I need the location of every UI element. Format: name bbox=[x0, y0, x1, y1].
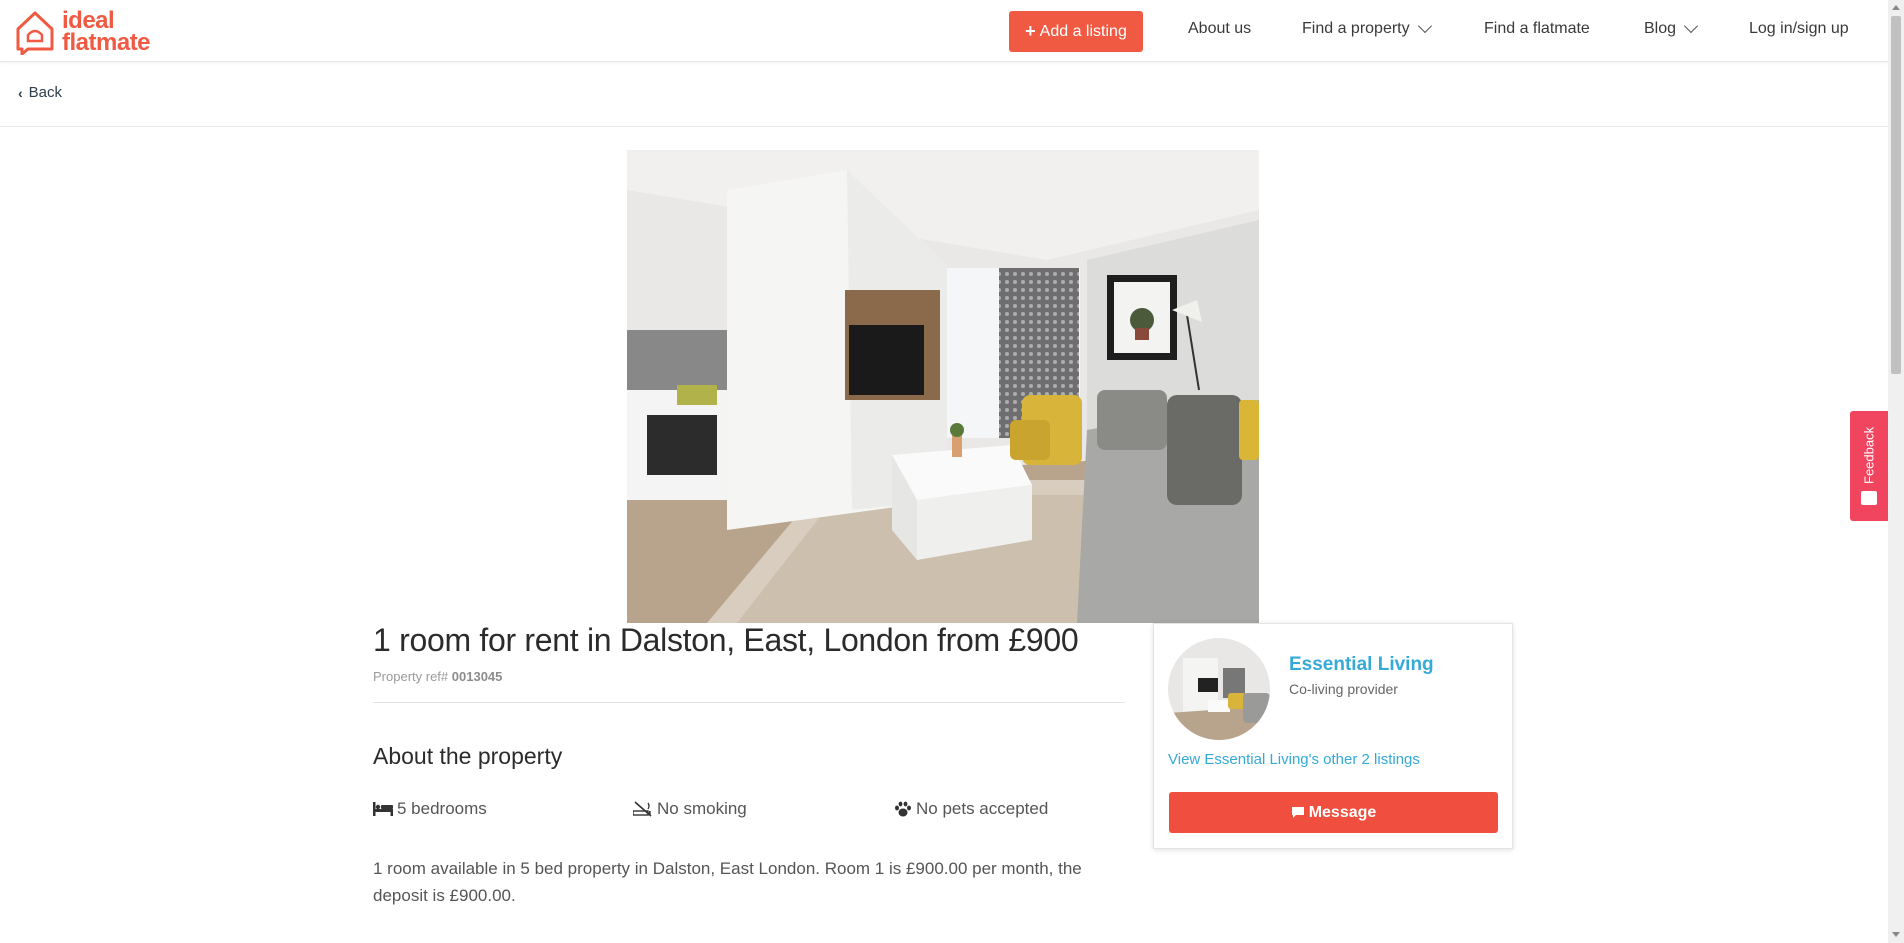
feature-pets: No pets accepted bbox=[894, 799, 1048, 819]
feature-label: No smoking bbox=[657, 799, 747, 818]
listing-title: 1 room for rent in Dalston, East, London… bbox=[373, 622, 1079, 658]
message-button[interactable]: Message bbox=[1169, 792, 1498, 833]
message-button-label: Message bbox=[1308, 803, 1377, 821]
avatar-image bbox=[1168, 638, 1270, 740]
nav-about-us[interactable]: About us bbox=[1188, 20, 1251, 38]
agent-card: Essential Living Co-living provider View… bbox=[1153, 623, 1513, 849]
scroll-up-icon[interactable] bbox=[1892, 5, 1900, 10]
back-label: Back bbox=[28, 84, 63, 101]
nav-login[interactable]: Log in/sign up bbox=[1749, 20, 1849, 38]
back-link[interactable]: ‹ Back bbox=[18, 84, 62, 101]
about-heading: About the property bbox=[373, 743, 563, 769]
feature-label: No pets accepted bbox=[916, 799, 1049, 818]
chevron-down-icon bbox=[1417, 18, 1432, 34]
nav-blog[interactable]: Blog bbox=[1644, 18, 1699, 38]
nav-find-property-label: Find a property bbox=[1302, 20, 1410, 37]
sub-navigation: ‹ Back bbox=[0, 62, 1888, 127]
feedback-tab[interactable]: Feedback bbox=[1850, 411, 1888, 521]
feedback-face-icon bbox=[1861, 491, 1877, 505]
chevron-left-icon: ‹ bbox=[18, 84, 23, 101]
site-header: ideal flatmate + Add a listing About us … bbox=[0, 0, 1888, 62]
agent-type: Co-living provider bbox=[1289, 681, 1398, 697]
avatar[interactable] bbox=[1168, 638, 1270, 740]
feedback-label: Feedback bbox=[1861, 426, 1877, 484]
agent-name-link[interactable]: Essential Living bbox=[1289, 654, 1434, 676]
property-photo[interactable] bbox=[627, 150, 1259, 623]
logo-text: ideal flatmate bbox=[62, 9, 151, 56]
feature-label: 5 bedrooms bbox=[397, 799, 487, 818]
nav-find-flatmate[interactable]: Find a flatmate bbox=[1484, 20, 1590, 38]
feature-smoking: No smoking bbox=[633, 799, 747, 819]
property-ref-number: 0013045 bbox=[451, 669, 503, 684]
divider bbox=[373, 702, 1125, 703]
add-listing-button[interactable]: + Add a listing bbox=[1009, 11, 1143, 52]
plus-icon: + bbox=[1025, 21, 1036, 41]
property-ref-label: Property ref# bbox=[373, 669, 449, 684]
nav-blog-label: Blog bbox=[1644, 20, 1677, 37]
listing-description: 1 room available in 5 bed property in Da… bbox=[373, 859, 1082, 905]
logo[interactable]: ideal flatmate bbox=[14, 9, 151, 56]
scroll-down-icon[interactable] bbox=[1892, 932, 1900, 937]
scrollbar-thumb[interactable] bbox=[1891, 16, 1901, 374]
chat-bubble-icon bbox=[1291, 807, 1304, 818]
bed-icon bbox=[373, 802, 393, 816]
no-smoking-icon bbox=[633, 801, 652, 817]
chevron-down-icon bbox=[1683, 18, 1699, 34]
feature-bedrooms: 5 bedrooms bbox=[373, 799, 487, 819]
logo-word-flatmate: flatmate bbox=[62, 29, 151, 56]
house-logo-icon bbox=[16, 11, 54, 55]
add-listing-label: Add a listing bbox=[1039, 22, 1127, 40]
nav-find-property[interactable]: Find a property bbox=[1302, 18, 1432, 38]
paw-icon bbox=[895, 801, 911, 817]
nav-login-label: Log in/sign up bbox=[1749, 20, 1849, 37]
property-ref: Property ref# 0013045 bbox=[373, 669, 502, 684]
nav-find-flatmate-label: Find a flatmate bbox=[1484, 20, 1590, 37]
living-room-image bbox=[627, 150, 1259, 623]
other-listings-link[interactable]: View Essential Living's other 2 listings bbox=[1168, 751, 1420, 768]
nav-about-us-label: About us bbox=[1188, 20, 1252, 37]
